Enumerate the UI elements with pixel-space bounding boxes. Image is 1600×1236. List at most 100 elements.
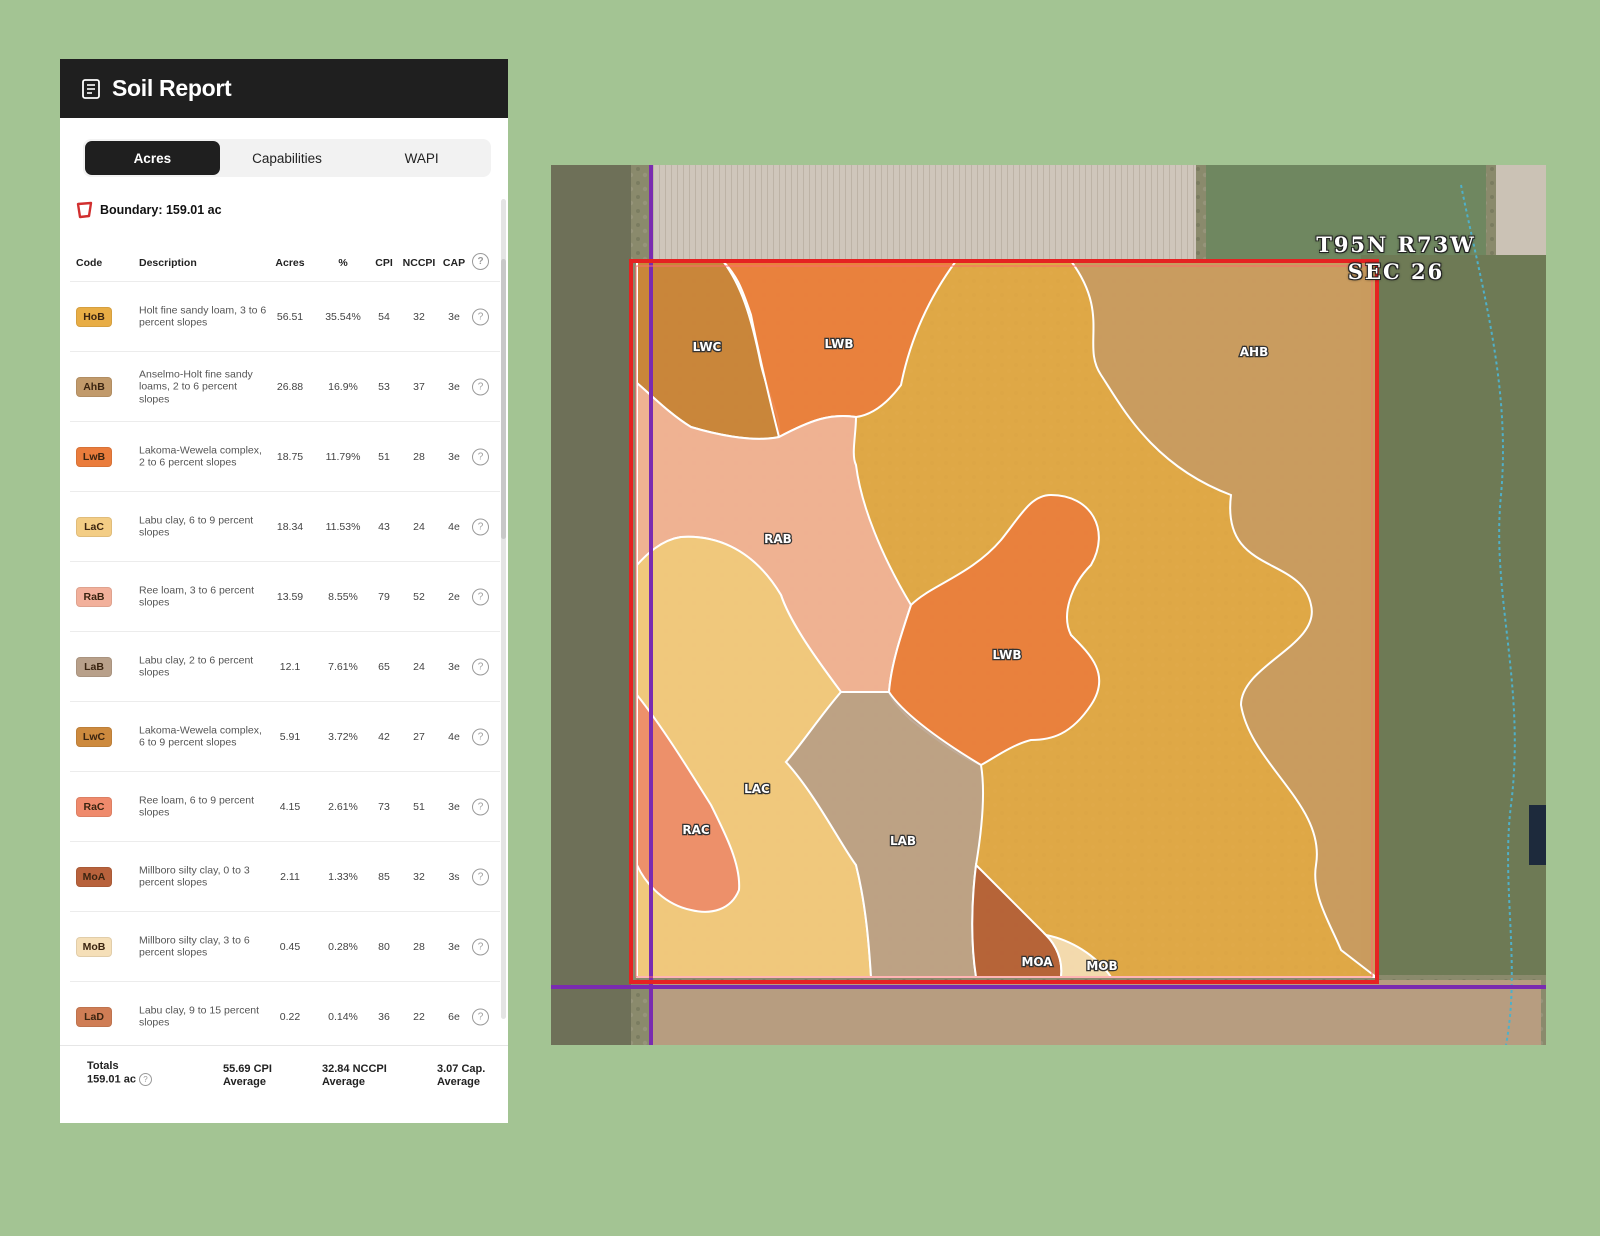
boundary-summary: Boundary: 159.01 ac	[76, 201, 222, 219]
row-help-icon[interactable]: ?	[472, 378, 489, 395]
soil-nccpi: 24	[413, 660, 425, 673]
code-cell: MoB	[76, 936, 112, 957]
code-cell: RaC	[76, 796, 112, 817]
row-help-icon[interactable]: ?	[472, 308, 489, 325]
soil-cpi: 73	[378, 800, 390, 813]
soil-code-badge: LaD	[76, 1006, 112, 1027]
table-row[interactable]: RaB Ree loam, 3 to 6 percent slopes 13.59 8…	[70, 561, 500, 631]
soil-cap: 3e	[448, 380, 460, 393]
soil-cap: 4e	[448, 520, 460, 533]
tab-wapi[interactable]: WAPI	[354, 141, 489, 175]
soil-cpi: 42	[378, 730, 390, 743]
soil-description: Anselmo-Holt fine sandy loams, 2 to 6 pe…	[139, 367, 253, 405]
soil-percent: 3.72%	[328, 730, 358, 743]
soil-description: Labu clay, 9 to 15 percent slopes	[139, 1004, 260, 1029]
row-help-icon[interactable]: ?	[472, 798, 489, 815]
zone-label-lwb-north: LWB	[824, 337, 853, 351]
soil-description: Holt fine sandy loam, 3 to 6 percent slo…	[139, 304, 267, 329]
soil-acres: 0.45	[279, 940, 301, 953]
soil-code-badge: RaB	[76, 586, 112, 607]
section-township-label: T95N R73W SEC 26	[1311, 231, 1481, 285]
row-help-icon[interactable]: ?	[472, 1008, 489, 1025]
table-row[interactable]: LwB Lakoma-Wewela complex, 2 to 6 percent…	[70, 421, 500, 491]
soil-cap: 3e	[448, 660, 460, 673]
table-row[interactable]: HoB Holt fine sandy loam, 3 to 6 percent …	[70, 281, 500, 351]
imagery-west	[551, 165, 631, 1045]
tab-acres[interactable]: Acres	[85, 141, 220, 175]
totals-nccpi-label: Average	[322, 1076, 366, 1088]
map-canvas[interactable]: LWC LWB AHB RAB LWB LAC RAC LAB MOA MOB	[551, 165, 1546, 1045]
soil-acres: 12.1	[279, 660, 301, 673]
totals-label: Totals	[87, 1060, 119, 1072]
soil-description: Labu clay, 2 to 6 percent slopes	[139, 654, 254, 679]
soil-cap: 6e	[448, 1010, 460, 1023]
totals-help-icon[interactable]: ?	[138, 1073, 152, 1086]
soil-code-badge: MoB	[76, 936, 112, 957]
table-row[interactable]: LaD Labu clay, 9 to 15 percent slopes 0.22…	[70, 981, 500, 1051]
code-cell: MoA	[76, 866, 112, 887]
code-cell: LaD	[76, 1006, 112, 1027]
field-north	[651, 165, 1196, 260]
table-row[interactable]: MoB Millboro silty clay, 3 to 6 percent s…	[70, 911, 500, 981]
soil-map[interactable]: LWC LWB AHB RAB LWB LAC RAC LAB MOA MOB …	[551, 165, 1546, 1045]
soil-cap: 3e	[448, 800, 460, 813]
code-cell: LaB	[76, 656, 112, 677]
soil-cpi: 36	[378, 1010, 390, 1023]
table-row[interactable]: AhB Anselmo-Holt fine sandy loams, 2 to 6…	[70, 351, 500, 421]
soil-cpi: 65	[378, 660, 390, 673]
header-percent: %	[338, 257, 348, 269]
soil-zones	[636, 260, 1377, 980]
soil-code-badge: MoA	[76, 866, 112, 887]
boundary-label: Boundary: 159.01 ac	[100, 203, 222, 217]
table-scrollbar[interactable]	[501, 199, 506, 1019]
soil-description: Ree loam, 3 to 6 percent slopes	[139, 584, 254, 609]
soil-percent: 8.55%	[328, 590, 358, 603]
code-cell: HoB	[76, 306, 112, 327]
row-help-icon[interactable]: ?	[472, 448, 489, 465]
row-help-icon[interactable]: ?	[472, 588, 489, 605]
pond	[1529, 805, 1546, 865]
soil-acres: 4.15	[279, 800, 301, 813]
zone-label-lwc: LWC	[693, 340, 722, 354]
zone-label-lwb-center: LWB	[992, 648, 1021, 662]
soil-code-badge: RaC	[76, 796, 112, 817]
soil-nccpi: 37	[413, 380, 425, 393]
header-nccpi: NCCPI	[402, 257, 436, 269]
table-row[interactable]: LaB Labu clay, 2 to 6 percent slopes 12.1 7…	[70, 631, 500, 701]
soil-percent: 0.28%	[328, 940, 358, 953]
soil-percent: 11.53%	[325, 520, 361, 533]
soil-acres: 18.34	[276, 520, 304, 533]
zone-label-rac: RAC	[682, 823, 710, 837]
row-help-icon[interactable]: ?	[472, 518, 489, 535]
totals-cpi-value: 55.69 CPI	[223, 1063, 272, 1075]
row-help-icon[interactable]: ?	[472, 868, 489, 885]
report-icon	[80, 78, 102, 100]
row-help-icon[interactable]: ?	[472, 938, 489, 955]
table-row[interactable]: MoA Millboro silty clay, 0 to 3 percent s…	[70, 841, 500, 911]
soil-code-badge: HoB	[76, 306, 112, 327]
soil-acres: 5.91	[279, 730, 301, 743]
soil-acres: 18.75	[276, 450, 304, 463]
zone-label-mob: MOB	[1086, 959, 1117, 973]
totals-cap-label: Average	[437, 1076, 481, 1088]
soil-report-panel: Soil Report Acres Capabilities WAPI Boun…	[60, 59, 508, 1123]
zone-label-moa: MOA	[1021, 955, 1053, 969]
table-row[interactable]: RaC Ree loam, 6 to 9 percent slopes 4.15 2.…	[70, 771, 500, 841]
totals-cap-value: 3.07 Cap.	[437, 1063, 486, 1075]
soil-description: Lakoma-Wewela complex, 2 to 6 percent sl…	[139, 444, 262, 469]
soil-description: Lakoma-Wewela complex, 6 to 9 percent sl…	[139, 724, 262, 749]
header-code: Code	[76, 257, 103, 269]
table-row[interactable]: LwC Lakoma-Wewela complex, 6 to 9 percent…	[70, 701, 500, 771]
soil-percent: 2.61%	[328, 800, 358, 813]
row-help-icon[interactable]: ?	[472, 658, 489, 675]
scrollbar-thumb[interactable]	[501, 259, 506, 539]
section-label-line1: T95N R73W	[1316, 232, 1476, 257]
cap-help-icon[interactable]: ?	[472, 253, 489, 270]
soil-acres: 56.51	[276, 310, 304, 323]
code-cell: LwC	[76, 726, 112, 747]
soil-code-badge: LaC	[76, 516, 112, 537]
tab-capabilities[interactable]: Capabilities	[220, 141, 355, 175]
table-row[interactable]: LaC Labu clay, 6 to 9 percent slopes 18.34…	[70, 491, 500, 561]
soil-nccpi: 32	[413, 310, 425, 323]
row-help-icon[interactable]: ?	[472, 728, 489, 745]
